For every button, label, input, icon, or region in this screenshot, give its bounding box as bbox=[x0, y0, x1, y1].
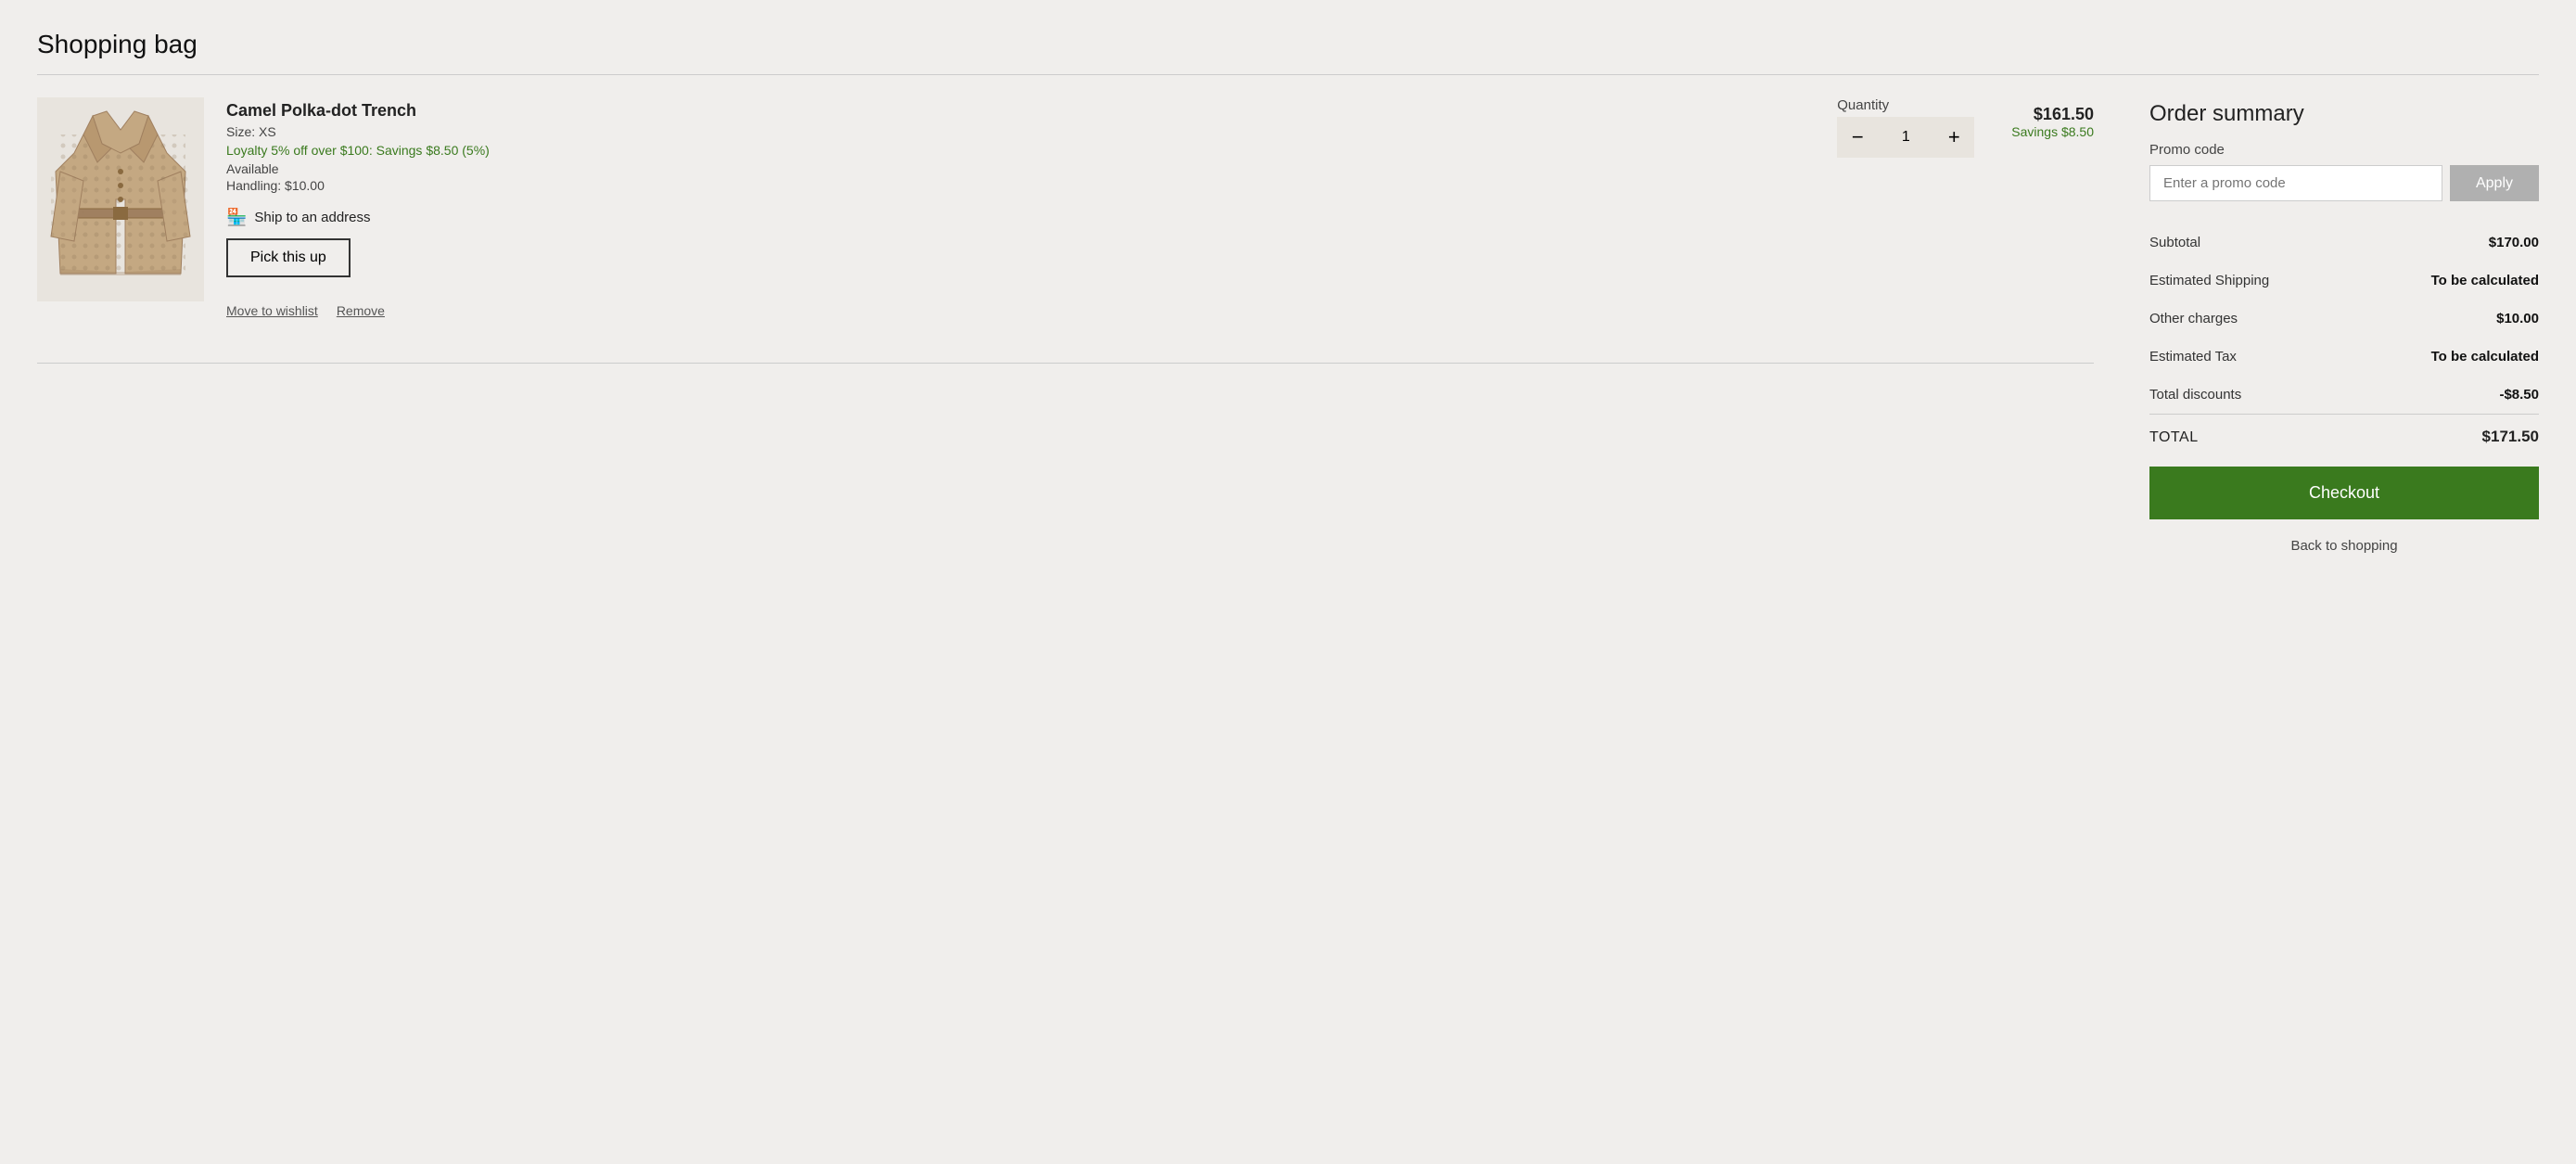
shipping-label: Estimated Shipping bbox=[2149, 273, 2269, 288]
promo-label: Promo code bbox=[2149, 142, 2539, 158]
promo-input[interactable] bbox=[2149, 165, 2442, 201]
cart-divider bbox=[37, 363, 2094, 364]
subtotal-label: Subtotal bbox=[2149, 235, 2200, 250]
cart-actions: Move to wishlist Remove bbox=[226, 303, 1815, 318]
remove-button[interactable]: Remove bbox=[337, 303, 385, 318]
order-summary: Order summary Promo code Apply Subtotal … bbox=[2149, 97, 2539, 554]
checkout-button[interactable]: Checkout bbox=[2149, 467, 2539, 519]
product-details: Camel Polka-dot Trench Size: XS Loyalty … bbox=[226, 97, 1815, 318]
ship-to-address-text: Ship to an address bbox=[254, 210, 370, 225]
quantity-section: Quantity − + bbox=[1837, 97, 1974, 158]
product-name: Camel Polka-dot Trench bbox=[226, 101, 1815, 121]
main-layout: Camel Polka-dot Trench Size: XS Loyalty … bbox=[37, 97, 2539, 554]
tax-row: Estimated Tax To be calculated bbox=[2149, 338, 2539, 376]
cart-section: Camel Polka-dot Trench Size: XS Loyalty … bbox=[37, 97, 2094, 364]
handling-text: Handling: $10.00 bbox=[226, 178, 1815, 193]
loyalty-text: Loyalty 5% off over $100: Savings $8.50 … bbox=[226, 143, 1815, 158]
subtotal-row: Subtotal $170.00 bbox=[2149, 224, 2539, 262]
item-price: $161.50 bbox=[2011, 105, 2094, 124]
promo-row: Apply bbox=[2149, 165, 2539, 201]
total-label: TOTAL bbox=[2149, 429, 2199, 446]
total-value: $171.50 bbox=[2482, 428, 2539, 446]
discounts-label: Total discounts bbox=[2149, 387, 2241, 403]
quantity-label: Quantity bbox=[1837, 97, 1889, 113]
item-savings: Savings $8.50 bbox=[2011, 124, 2094, 139]
other-charges-row: Other charges $10.00 bbox=[2149, 300, 2539, 338]
apply-button[interactable]: Apply bbox=[2450, 165, 2539, 201]
shipping-value: To be calculated bbox=[2431, 273, 2539, 288]
summary-rows: Subtotal $170.00 Estimated Shipping To b… bbox=[2149, 224, 2539, 414]
total-row: TOTAL $171.50 bbox=[2149, 415, 2539, 459]
other-charges-value: $10.00 bbox=[2496, 311, 2539, 326]
move-to-wishlist-button[interactable]: Move to wishlist bbox=[226, 303, 318, 318]
availability-text: Available bbox=[226, 161, 1815, 176]
discounts-value: -$8.50 bbox=[2499, 387, 2539, 403]
page-title: Shopping bag bbox=[37, 30, 2539, 59]
other-charges-label: Other charges bbox=[2149, 311, 2238, 326]
shipping-row: Estimated Shipping To be calculated bbox=[2149, 262, 2539, 300]
tax-label: Estimated Tax bbox=[2149, 349, 2237, 365]
quantity-input[interactable] bbox=[1878, 117, 1933, 158]
tax-value: To be calculated bbox=[2431, 349, 2539, 365]
summary-title: Order summary bbox=[2149, 101, 2539, 127]
back-to-shopping-link[interactable]: Back to shopping bbox=[2149, 538, 2539, 554]
product-image bbox=[37, 97, 204, 301]
store-icon: 🏪 bbox=[226, 208, 247, 227]
subtotal-value: $170.00 bbox=[2489, 235, 2539, 250]
quantity-price-wrapper: Quantity − + $161.50 Savings $8.50 bbox=[1837, 97, 2094, 158]
quantity-decrease-button[interactable]: − bbox=[1837, 117, 1878, 158]
pick-up-button[interactable]: Pick this up bbox=[226, 238, 351, 277]
discounts-row: Total discounts -$8.50 bbox=[2149, 376, 2539, 414]
quantity-controls: − + bbox=[1837, 117, 1974, 158]
cart-item: Camel Polka-dot Trench Size: XS Loyalty … bbox=[37, 97, 2094, 340]
price-section: $161.50 Savings $8.50 bbox=[2011, 105, 2094, 139]
product-size: Size: XS bbox=[226, 124, 1815, 139]
quantity-increase-button[interactable]: + bbox=[1933, 117, 1974, 158]
ship-to-address[interactable]: 🏪 Ship to an address bbox=[226, 208, 1815, 227]
header-divider bbox=[37, 74, 2539, 75]
